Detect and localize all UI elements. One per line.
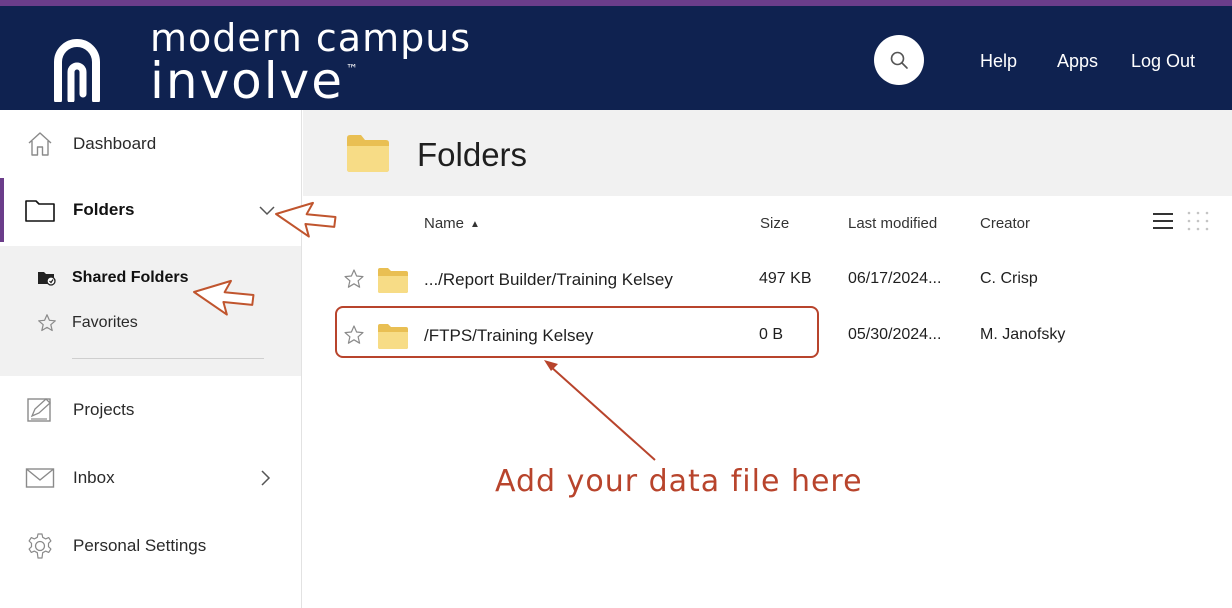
row-name[interactable]: .../Report Builder/Training Kelsey xyxy=(424,270,673,290)
sort-ascending-icon: ▲ xyxy=(470,219,480,230)
row-creator: M. Janofsky xyxy=(980,326,1066,343)
home-icon xyxy=(24,128,56,160)
sidebar-item-favorites[interactable]: Favorites xyxy=(0,305,301,341)
list-view-icon[interactable] xyxy=(1152,210,1174,232)
gear-icon xyxy=(24,530,56,562)
page-title-bar: Folders xyxy=(303,110,1232,196)
brand-product-name: involve xyxy=(150,52,345,110)
folder-icon xyxy=(378,268,408,293)
folders-submenu: Shared Folders Favorites xyxy=(0,246,301,376)
sidebar: Dashboard Folders Shared Folders Favorit… xyxy=(0,110,302,608)
sidebar-item-dashboard[interactable]: Dashboard xyxy=(0,112,301,176)
chevron-down-icon[interactable] xyxy=(257,200,277,220)
sidebar-item-label: Folders xyxy=(73,200,135,219)
app-header: modern campus involve ™ Help Apps Log Out xyxy=(0,6,1232,110)
folder-icon xyxy=(347,135,389,172)
page-title: Folders xyxy=(417,136,528,173)
row-creator: C. Crisp xyxy=(980,270,1038,287)
sidebar-item-label: Personal Settings xyxy=(73,536,207,555)
sidebar-item-label: Dashboard xyxy=(73,134,157,153)
folder-icon xyxy=(24,194,56,226)
sidebar-item-projects[interactable]: Projects xyxy=(0,378,301,442)
submenu-divider xyxy=(72,358,264,359)
sidebar-item-label: Shared Folders xyxy=(72,269,189,286)
sidebar-item-inbox[interactable]: Inbox xyxy=(0,446,301,510)
help-link[interactable]: Help xyxy=(980,51,1017,72)
row-last-modified: 05/30/2024... xyxy=(848,326,942,343)
mail-icon xyxy=(24,462,56,494)
row-last-modified: 06/17/2024... xyxy=(848,270,942,287)
column-header-creator[interactable]: Creator xyxy=(980,215,1030,232)
grid-view-icon[interactable] xyxy=(1186,210,1210,232)
logout-link[interactable]: Log Out xyxy=(1131,51,1195,72)
trademark-symbol: ™ xyxy=(346,62,361,76)
column-header-last-modified[interactable]: Last modified xyxy=(848,215,937,232)
table-row[interactable]: .../Report Builder/Training Kelsey 497 K… xyxy=(303,252,1232,308)
apps-link[interactable]: Apps xyxy=(1057,51,1098,72)
favorite-star-icon[interactable] xyxy=(343,268,365,290)
sidebar-item-shared-folders[interactable]: Shared Folders xyxy=(0,260,301,296)
annotation-arrow-icon xyxy=(544,360,656,461)
star-icon xyxy=(36,312,58,334)
chevron-right-icon[interactable] xyxy=(255,468,275,488)
projects-icon xyxy=(24,394,56,426)
annotation-highlight-box xyxy=(335,306,819,358)
search-icon xyxy=(890,51,908,69)
brand-name-line2: involve ™ xyxy=(150,52,360,110)
sidebar-item-personal-settings[interactable]: Personal Settings xyxy=(0,514,301,578)
sidebar-item-label: Favorites xyxy=(72,314,138,331)
sidebar-item-folders[interactable]: Folders xyxy=(0,178,301,242)
column-header-label: Name xyxy=(424,215,465,232)
row-size: 497 KB xyxy=(759,270,812,287)
search-button[interactable] xyxy=(874,35,924,85)
shared-folders-icon xyxy=(36,267,58,289)
sidebar-item-label: Inbox xyxy=(73,468,115,487)
column-header-size[interactable]: Size xyxy=(760,215,789,232)
logo-mark-icon xyxy=(54,39,100,102)
sidebar-item-label: Projects xyxy=(73,400,135,419)
column-header-name[interactable]: Name ▲ xyxy=(424,215,480,232)
annotation-text: Add your data file here xyxy=(495,464,863,499)
